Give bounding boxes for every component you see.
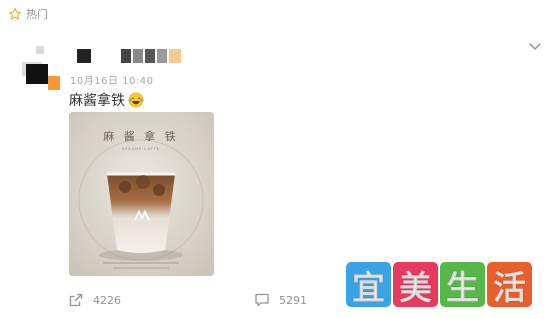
watermark-char-4: 活 [487,262,532,307]
post-text-content: 麻酱拿铁 [69,93,125,109]
hot-tag-label: 热门 [26,8,48,21]
share-icon [69,293,83,307]
post-image[interactable]: 麻 酱 拿 铁 SESAME LATTE [69,112,214,276]
chevron-down-icon[interactable] [527,38,543,54]
sesame-latte-poster: 麻 酱 拿 铁 SESAME LATTE [69,112,214,276]
laughing-tears-emoji-icon [128,92,144,108]
comment-count: 5291 [279,293,307,307]
watermark-char-3: 生 [440,262,485,307]
watermark-char-2: 美 [393,262,438,307]
poster-subtitle: SESAME LATTE [122,147,160,151]
watermark-logo: 宜 美 生 活 [346,262,536,310]
hot-tag: 热门 [8,6,48,22]
poster-title: 麻 酱 拿 铁 [103,129,179,143]
comment-button[interactable]: 5291 [254,292,307,308]
repost-count: 4226 [93,293,121,307]
comment-icon [255,293,269,307]
star-outline-icon [8,7,22,20]
avatar[interactable] [22,46,66,92]
post-timestamp[interactable]: 10月16日 10:40 [70,72,153,87]
post-text: 麻酱拿铁 [69,90,144,110]
username[interactable] [77,48,181,64]
watermark-char-1: 宜 [346,262,391,307]
repost-button[interactable]: 4226 [68,292,121,308]
